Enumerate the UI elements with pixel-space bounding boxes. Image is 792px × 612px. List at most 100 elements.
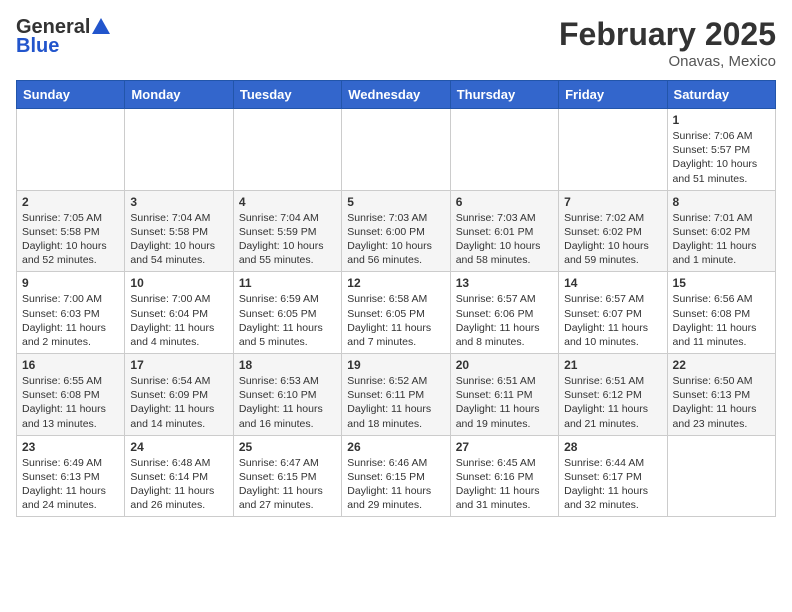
day-info: Sunrise: 7:06 AM Sunset: 5:57 PM Dayligh… <box>673 130 758 185</box>
calendar-cell: 24 Sunrise: 6:48 AM Sunset: 6:14 PM Dayli… <box>125 435 233 517</box>
calendar-cell: 14 Sunrise: 6:57 AM Sunset: 6:07 PM Dayli… <box>559 272 667 354</box>
day-info: Sunrise: 7:00 AM Sunset: 6:03 PM Dayligh… <box>22 293 106 348</box>
day-info: Sunrise: 6:56 AM Sunset: 6:08 PM Dayligh… <box>673 293 757 348</box>
day-info: Sunrise: 6:53 AM Sunset: 6:10 PM Dayligh… <box>239 375 323 430</box>
calendar-cell <box>17 109 125 191</box>
calendar-cell: 22 Sunrise: 6:50 AM Sunset: 6:13 PM Dayli… <box>667 354 775 436</box>
calendar-week-0: 1 Sunrise: 7:06 AM Sunset: 5:57 PM Daylig… <box>17 109 776 191</box>
day-number: 13 <box>456 276 553 290</box>
calendar-cell: 8 Sunrise: 7:01 AM Sunset: 6:02 PM Daylig… <box>667 190 775 272</box>
day-number: 18 <box>239 358 336 372</box>
day-number: 3 <box>130 195 227 209</box>
day-number: 26 <box>347 440 444 454</box>
day-info: Sunrise: 6:45 AM Sunset: 6:16 PM Dayligh… <box>456 457 540 512</box>
title-block: February 2025 Onavas, Mexico <box>559 16 776 70</box>
calendar-cell <box>342 109 450 191</box>
calendar-header-wednesday: Wednesday <box>342 81 450 109</box>
calendar-week-1: 2Sunrise: 7:05 AM Sunset: 5:58 PM Daylig… <box>17 190 776 272</box>
day-info: Sunrise: 7:04 AM Sunset: 5:58 PM Dayligh… <box>130 212 215 267</box>
day-number: 9 <box>22 276 119 290</box>
day-number: 22 <box>673 358 770 372</box>
calendar-cell: 13 Sunrise: 6:57 AM Sunset: 6:06 PM Dayli… <box>450 272 558 354</box>
page-subtitle: Onavas, Mexico <box>559 53 776 70</box>
calendar-header-friday: Friday <box>559 81 667 109</box>
calendar-table: SundayMondayTuesdayWednesdayThursdayFrid… <box>16 80 776 517</box>
calendar-header-monday: Monday <box>125 81 233 109</box>
day-number: 25 <box>239 440 336 454</box>
day-number: 7 <box>564 195 661 209</box>
day-info: Sunrise: 7:00 AM Sunset: 6:04 PM Dayligh… <box>130 293 214 348</box>
day-info: Sunrise: 6:54 AM Sunset: 6:09 PM Dayligh… <box>130 375 214 430</box>
day-number: 23 <box>22 440 119 454</box>
calendar-cell: 3 Sunrise: 7:04 AM Sunset: 5:58 PM Daylig… <box>125 190 233 272</box>
day-info: Sunrise: 7:03 AM Sunset: 6:01 PM Dayligh… <box>456 212 541 267</box>
day-info: Sunrise: 6:52 AM Sunset: 6:11 PM Dayligh… <box>347 375 431 430</box>
day-number: 4 <box>239 195 336 209</box>
calendar-cell: 15 Sunrise: 6:56 AM Sunset: 6:08 PM Dayli… <box>667 272 775 354</box>
day-info: Sunrise: 6:58 AM Sunset: 6:05 PM Dayligh… <box>347 293 431 348</box>
day-info: Sunrise: 6:49 AM Sunset: 6:13 PM Dayligh… <box>22 457 106 512</box>
day-number: 19 <box>347 358 444 372</box>
day-info: Sunrise: 6:47 AM Sunset: 6:15 PM Dayligh… <box>239 457 323 512</box>
day-info: Sunrise: 6:57 AM Sunset: 6:07 PM Dayligh… <box>564 293 648 348</box>
calendar-cell: 2Sunrise: 7:05 AM Sunset: 5:58 PM Daylig… <box>17 190 125 272</box>
day-number: 15 <box>673 276 770 290</box>
calendar-cell: 10 Sunrise: 7:00 AM Sunset: 6:04 PM Dayli… <box>125 272 233 354</box>
calendar-cell: 1 Sunrise: 7:06 AM Sunset: 5:57 PM Daylig… <box>667 109 775 191</box>
calendar-cell: 6 Sunrise: 7:03 AM Sunset: 6:01 PM Daylig… <box>450 190 558 272</box>
day-number: 14 <box>564 276 661 290</box>
day-number: 16 <box>22 358 119 372</box>
day-info: Sunrise: 6:48 AM Sunset: 6:14 PM Dayligh… <box>130 457 214 512</box>
calendar-cell: 23 Sunrise: 6:49 AM Sunset: 6:13 PM Dayli… <box>17 435 125 517</box>
calendar-cell <box>125 109 233 191</box>
day-info: Sunrise: 6:51 AM Sunset: 6:11 PM Dayligh… <box>456 375 540 430</box>
calendar-cell: 20 Sunrise: 6:51 AM Sunset: 6:11 PM Dayli… <box>450 354 558 436</box>
day-number: 27 <box>456 440 553 454</box>
day-number: 21 <box>564 358 661 372</box>
day-info: Sunrise: 6:50 AM Sunset: 6:13 PM Dayligh… <box>673 375 757 430</box>
calendar-cell <box>667 435 775 517</box>
day-number: 17 <box>130 358 227 372</box>
day-info: Sunrise: 6:55 AM Sunset: 6:08 PM Dayligh… <box>22 375 106 430</box>
calendar-week-2: 9 Sunrise: 7:00 AM Sunset: 6:03 PM Daylig… <box>17 272 776 354</box>
calendar-cell: 26 Sunrise: 6:46 AM Sunset: 6:15 PM Dayli… <box>342 435 450 517</box>
calendar-cell: 4 Sunrise: 7:04 AM Sunset: 5:59 PM Daylig… <box>233 190 341 272</box>
calendar-cell: 25 Sunrise: 6:47 AM Sunset: 6:15 PM Dayli… <box>233 435 341 517</box>
calendar-cell <box>450 109 558 191</box>
day-info: Sunrise: 6:59 AM Sunset: 6:05 PM Dayligh… <box>239 293 323 348</box>
day-number: 20 <box>456 358 553 372</box>
calendar-week-3: 16 Sunrise: 6:55 AM Sunset: 6:08 PM Dayli… <box>17 354 776 436</box>
day-info: Sunrise: 7:02 AM Sunset: 6:02 PM Dayligh… <box>564 212 649 267</box>
day-number: 11 <box>239 276 336 290</box>
day-number: 10 <box>130 276 227 290</box>
calendar-cell: 5 Sunrise: 7:03 AM Sunset: 6:00 PM Daylig… <box>342 190 450 272</box>
day-info: Sunrise: 7:03 AM Sunset: 6:00 PM Dayligh… <box>347 212 432 267</box>
day-info: Sunrise: 7:01 AM Sunset: 6:02 PM Dayligh… <box>673 212 757 267</box>
page-header: General Blue February 2025 Onavas, Mexic… <box>16 16 776 70</box>
day-number: 24 <box>130 440 227 454</box>
day-info: Sunrise: 6:51 AM Sunset: 6:12 PM Dayligh… <box>564 375 648 430</box>
calendar-cell: 17 Sunrise: 6:54 AM Sunset: 6:09 PM Dayli… <box>125 354 233 436</box>
logo-triangle-icon <box>92 18 110 39</box>
day-number: 12 <box>347 276 444 290</box>
day-number: 5 <box>347 195 444 209</box>
day-number: 6 <box>456 195 553 209</box>
day-info: Sunrise: 7:05 AM Sunset: 5:58 PM Dayligh… <box>22 212 107 267</box>
calendar-cell: 18 Sunrise: 6:53 AM Sunset: 6:10 PM Dayli… <box>233 354 341 436</box>
calendar-cell: 27 Sunrise: 6:45 AM Sunset: 6:16 PM Dayli… <box>450 435 558 517</box>
logo: General Blue <box>16 16 110 58</box>
calendar-cell: 28Sunrise: 6:44 AM Sunset: 6:17 PM Dayli… <box>559 435 667 517</box>
calendar-cell <box>559 109 667 191</box>
day-info: Sunrise: 6:57 AM Sunset: 6:06 PM Dayligh… <box>456 293 540 348</box>
calendar-header-row: SundayMondayTuesdayWednesdayThursdayFrid… <box>17 81 776 109</box>
day-info: Sunrise: 6:46 AM Sunset: 6:15 PM Dayligh… <box>347 457 431 512</box>
day-info: Sunrise: 7:04 AM Sunset: 5:59 PM Dayligh… <box>239 212 324 267</box>
calendar-cell: 19 Sunrise: 6:52 AM Sunset: 6:11 PM Dayli… <box>342 354 450 436</box>
calendar-cell: 12 Sunrise: 6:58 AM Sunset: 6:05 PM Dayli… <box>342 272 450 354</box>
day-number: 8 <box>673 195 770 209</box>
day-number: 1 <box>673 113 770 127</box>
calendar-cell: 11 Sunrise: 6:59 AM Sunset: 6:05 PM Dayli… <box>233 272 341 354</box>
page-title: February 2025 <box>559 16 776 53</box>
calendar-header-saturday: Saturday <box>667 81 775 109</box>
logo-blue-text: Blue <box>16 35 59 58</box>
